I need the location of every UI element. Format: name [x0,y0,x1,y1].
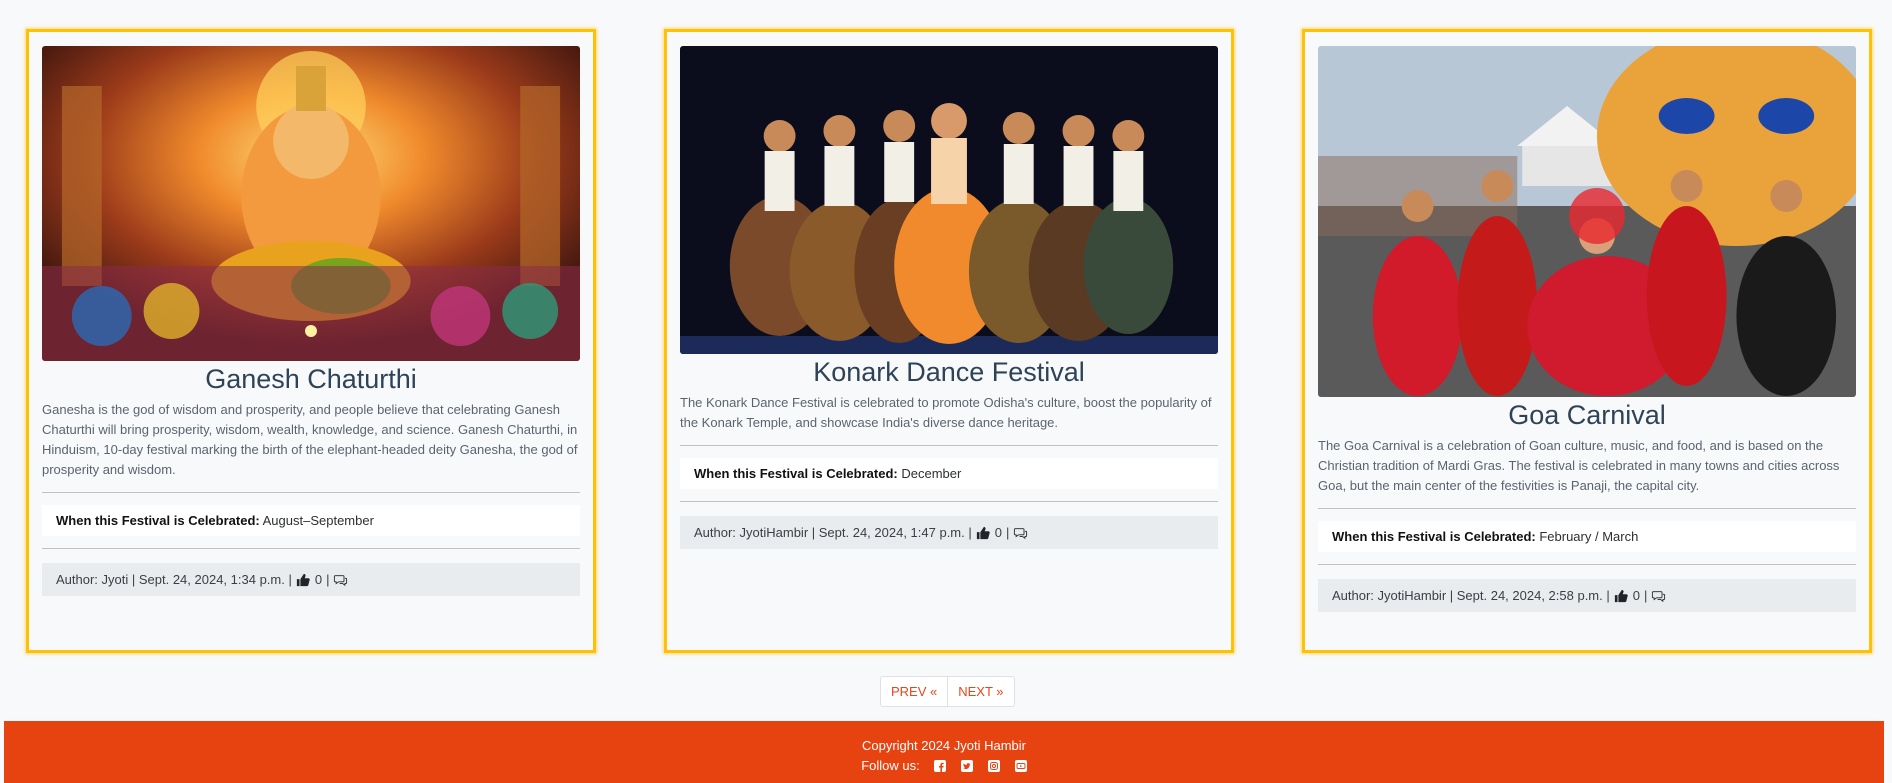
site-footer: Copyright 2024 Jyoti Hambir Follow us: [4,721,1884,783]
festival-description: Ganesha is the god of wisdom and prosper… [42,400,580,493]
comments-icon[interactable] [1013,526,1028,540]
post-meta: Author: Jyoti | Sept. 24, 2024, 1:34 p.m… [42,563,580,596]
festival-card: Ganesh Chaturthi Ganesha is the god of w… [26,29,596,653]
when-label: When this Festival is Celebrated: [56,513,260,528]
facebook-icon[interactable] [933,760,946,772]
social-links: Follow us: [4,756,1884,776]
festival-image[interactable] [1318,46,1856,397]
author-date: Author: Jyoti | Sept. 24, 2024, 1:34 p.m… [56,572,292,587]
youtube-icon[interactable] [1014,760,1027,772]
when-value: December [901,466,962,481]
instagram-icon[interactable] [987,760,1000,772]
follow-label: Follow us: [861,758,920,773]
author-date: Author: JyotiHambir | Sept. 24, 2024, 1:… [694,525,972,540]
celebration-date: When this Festival is Celebrated: August… [42,505,580,548]
festival-card: Konark Dance Festival The Konark Dance F… [664,29,1234,653]
twitter-icon[interactable] [960,760,973,772]
author-date: Author: JyotiHambir | Sept. 24, 2024, 2:… [1332,588,1610,603]
festival-description: The Konark Dance Festival is celebrated … [680,393,1218,446]
thumbs-up-icon[interactable] [1614,589,1629,603]
when-value: August–September [262,513,374,528]
thumbs-up-icon[interactable] [976,526,991,540]
festival-card-list: Ganesh Chaturthi Ganesha is the god of w… [26,29,1872,653]
when-value: February / March [1539,529,1639,544]
festival-card: Goa Carnival The Goa Carnival is a celeb… [1302,29,1872,653]
comments-icon[interactable] [1651,589,1666,603]
like-count: 0 [1632,588,1640,603]
festival-image[interactable] [42,46,580,361]
like-count: 0 [994,525,1002,540]
copyright-text: Copyright 2024 Jyoti Hambir [861,738,1027,753]
festival-title[interactable]: Goa Carnival [1318,398,1856,432]
thumbs-up-icon[interactable] [296,573,311,587]
celebration-date: When this Festival is Celebrated: Februa… [1318,521,1856,564]
festival-description: The Goa Carnival is a celebration of Goa… [1318,436,1856,509]
festival-title[interactable]: Konark Dance Festival [680,355,1218,389]
post-meta: Author: JyotiHambir | Sept. 24, 2024, 1:… [680,516,1218,549]
celebration-date: When this Festival is Celebrated: Decemb… [680,458,1218,501]
pagination: PREV « NEXT » [880,676,1015,707]
like-count: 0 [314,572,323,587]
when-label: When this Festival is Celebrated: [694,466,898,481]
post-meta: Author: JyotiHambir | Sept. 24, 2024, 2:… [1318,579,1856,612]
comments-icon[interactable] [333,573,348,587]
when-label: When this Festival is Celebrated: [1332,529,1536,544]
next-page-button[interactable]: NEXT » [947,677,1013,706]
festival-title[interactable]: Ganesh Chaturthi [42,362,580,396]
prev-page-button[interactable]: PREV « [881,677,947,706]
festival-image[interactable] [680,46,1218,354]
